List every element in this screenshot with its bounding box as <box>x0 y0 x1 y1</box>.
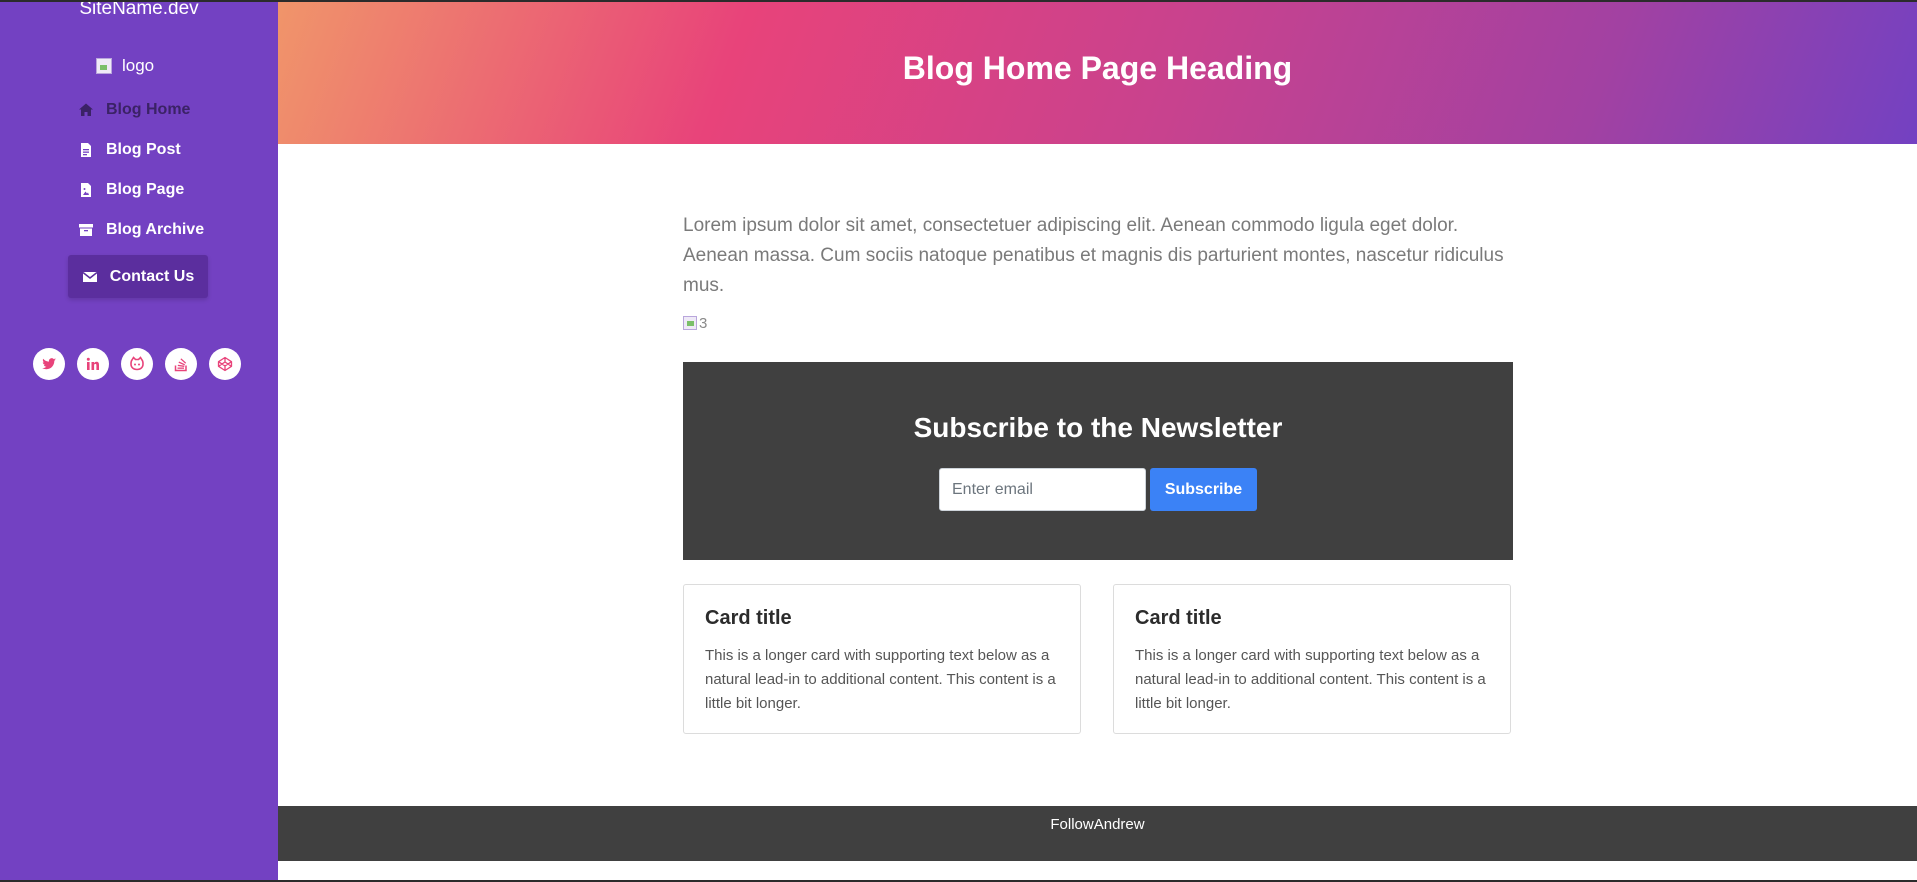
page-title: Blog Home Page Heading <box>902 50 1293 86</box>
card-text: This is a longer card with supporting te… <box>705 647 1056 712</box>
intro-paragraph: Lorem ipsum dolor sit amet, consectetuer… <box>683 215 1504 296</box>
logo-alt-text: logo <box>122 56 155 75</box>
window-top-border <box>0 0 1917 2</box>
site-name[interactable]: SiteName.dev <box>0 0 278 20</box>
nav-item-blog-page[interactable]: Blog Page <box>78 177 184 203</box>
file-text-icon <box>81 143 91 157</box>
logo[interactable]: logo <box>96 55 154 77</box>
image-alt-text: 3 <box>699 314 708 332</box>
stackoverflow-link[interactable] <box>165 348 197 380</box>
footer-text: FollowAndrew <box>1050 816 1145 833</box>
page-footer: FollowAndrew <box>278 806 1917 861</box>
nav-item-label: Blog Post <box>106 141 181 158</box>
twitter-icon <box>42 358 56 370</box>
subscribe-button[interactable]: Subscribe <box>1150 468 1257 511</box>
home-icon <box>79 103 93 116</box>
broken-image-icon <box>96 58 112 74</box>
nav-item-label: Contact Us <box>109 267 195 285</box>
codepen-icon <box>217 356 233 372</box>
linkedin-icon <box>86 357 99 370</box>
nav-item-label: Blog Home <box>106 101 191 118</box>
linkedin-link[interactable] <box>77 348 109 380</box>
card-text: This is a longer card with supporting te… <box>1135 647 1486 712</box>
github-icon <box>130 356 144 371</box>
nav-item-label: Blog Page <box>106 181 185 198</box>
nav-item-blog-home[interactable]: Blog Home <box>78 97 190 123</box>
card: Card title This is a longer card with su… <box>1113 584 1511 734</box>
newsletter-section: Subscribe to the Newsletter Subscribe <box>683 362 1513 560</box>
envelope-icon <box>82 271 98 282</box>
stackoverflow-icon <box>174 358 187 372</box>
archive-icon <box>79 224 93 236</box>
newsletter-title: Subscribe to the Newsletter <box>913 412 1283 443</box>
twitter-link[interactable] <box>33 348 65 380</box>
broken-image-icon <box>683 316 697 330</box>
codepen-link[interactable] <box>209 348 241 380</box>
social-links <box>33 348 241 380</box>
nav-item-blog-post[interactable]: Blog Post <box>78 137 181 163</box>
github-link[interactable] <box>121 348 153 380</box>
nav-item-contact-us[interactable]: Contact Us <box>68 255 208 298</box>
card-title: Card title <box>705 607 792 629</box>
nav-item-blog-archive[interactable]: Blog Archive <box>78 217 204 243</box>
email-input[interactable] <box>939 468 1146 511</box>
nav-item-label: Blog Archive <box>106 221 205 238</box>
sidebar: SiteName.dev logo Blog Home Blog Post Bl… <box>0 0 278 882</box>
file-image-icon <box>81 183 91 197</box>
content-image: 3 <box>683 314 707 332</box>
card-title: Card title <box>1135 607 1222 629</box>
card: Card title This is a longer card with su… <box>683 584 1081 734</box>
page-header: Blog Home Page Heading <box>278 0 1917 144</box>
